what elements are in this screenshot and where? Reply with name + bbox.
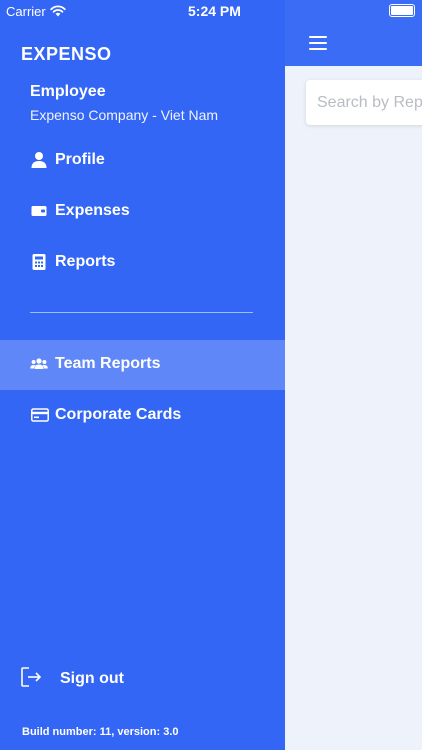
card-icon [31,408,49,422]
app-screen: Carrier 5:24 PM EXPENSO Employee Expenso… [0,0,422,750]
menu-divider [30,312,253,313]
carrier-label: Carrier [6,4,46,19]
menu-item-profile[interactable]: Profile [0,136,285,186]
menu-item-corporate-cards[interactable]: Corporate Cards [0,391,285,441]
menu-item-label: Profile [55,151,105,168]
hamburger-line [309,42,327,44]
menu-toggle-button[interactable] [309,36,327,50]
menu-item-expenses[interactable]: Expenses [0,187,285,237]
menu-item-team-reports[interactable]: Team Reports [0,340,285,390]
app-brand: EXPENSO [21,44,112,64]
main-content [285,0,422,750]
menu-item-label: Team Reports [55,355,161,372]
build-info: Build number: 11, version: 3.0 [22,726,179,738]
menu-item-reports[interactable]: Reports [0,238,285,288]
user-company: Expenso Company - Viet Nam [30,107,219,123]
navigation-drawer: EXPENSO Employee Expenso Company - Viet … [0,0,285,750]
team-icon [30,358,48,369]
person-icon [31,152,47,168]
menu-item-label: Expenses [55,202,130,219]
status-bar: Carrier 5:24 PM [0,0,422,24]
sign-out-button[interactable]: Sign out [20,664,220,694]
user-name: Employee [30,83,106,100]
menu-item-label: Corporate Cards [55,406,182,423]
battery-icon [389,4,415,17]
hamburger-line [309,48,327,50]
search-input[interactable] [306,80,422,125]
wifi-icon [50,5,66,17]
clock: 5:24 PM [188,3,241,19]
report-icon [32,254,46,270]
wallet-icon [31,206,47,216]
hamburger-line [309,36,327,38]
sign-out-icon [21,667,42,687]
sign-out-label: Sign out [60,670,124,687]
menu-item-label: Reports [55,253,116,270]
